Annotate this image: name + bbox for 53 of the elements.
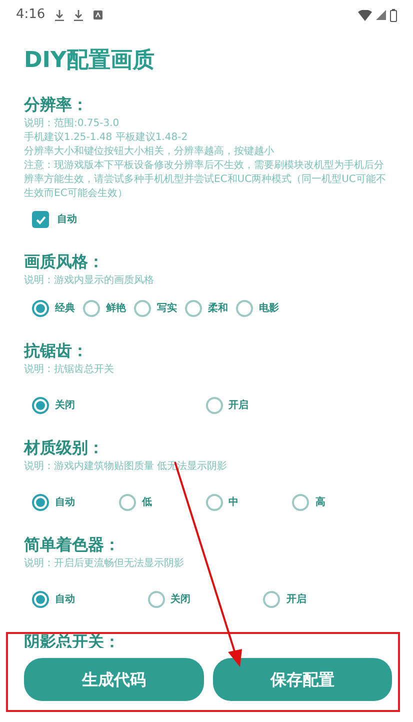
radio-button[interactable]: [185, 300, 202, 317]
radio-button[interactable]: [134, 300, 151, 317]
radio-button[interactable]: [32, 494, 49, 511]
radio-button[interactable]: [206, 494, 222, 511]
radio-label: 自动: [55, 496, 75, 510]
radio-button[interactable]: [263, 591, 280, 608]
radio-button[interactable]: [148, 591, 165, 608]
radio-label: 低: [142, 496, 152, 510]
section-title: 抗锯齿：: [24, 341, 89, 361]
section-description: 说明：游戏内显示的画质风格: [24, 274, 155, 288]
section-title: 材质级别：: [24, 438, 105, 458]
action-button[interactable]: 保存配置: [212, 658, 392, 701]
radio-label: 柔和: [208, 302, 228, 316]
section-title: 分辨率：: [24, 95, 89, 115]
checkbox[interactable]: [32, 211, 49, 228]
checkbox-label: 自动: [57, 212, 77, 227]
section-description: 手机建议1.25-1.48 平板建议1.48-2: [24, 131, 189, 145]
status-time: 4:16: [16, 6, 46, 24]
section-title: 简单着色器：: [24, 535, 121, 555]
radio-label: 电影: [259, 302, 279, 316]
checkmark-icon: [34, 214, 46, 226]
download-icon: [55, 10, 64, 20]
section-description: 说明：范围:0.75-3.0: [24, 117, 120, 131]
section-title: 画质风格：: [24, 252, 105, 272]
radio-label: 关闭: [55, 398, 75, 413]
radio-label: 鲜艳: [106, 302, 126, 316]
radio-button[interactable]: [32, 397, 49, 414]
radio-button[interactable]: [118, 494, 136, 511]
radio-label: 开启: [228, 398, 248, 413]
radio-button[interactable]: [236, 300, 253, 317]
battery-icon: [390, 8, 397, 22]
section-description: 注意：现游戏版本下平板设备修改分辨率后不生效，需要刷模块改机型为手机后分辨率方能生效，请尝试多种手机机型并尝试EC和UC两种模式（同一机型UC可能不生效而EC可能会生效）: [24, 159, 387, 201]
section-description: 分辨率大小和键位按钮大小相关，分辨率越高，按键越小: [24, 145, 275, 159]
wifi-icon: [358, 10, 372, 20]
radio-button[interactable]: [206, 397, 222, 414]
section-description: 说明：开启后更流畅但无法显示阴影: [24, 557, 185, 571]
radio-label: 中: [228, 496, 238, 510]
radio-label: 高: [315, 495, 326, 510]
download-icon: [74, 10, 84, 20]
radio-label: 关闭: [170, 592, 191, 607]
radio-button[interactable]: [32, 591, 49, 608]
radio-button[interactable]: [83, 300, 100, 317]
radio-label: 自动: [55, 592, 75, 607]
signal-icon: [376, 10, 386, 20]
action-button[interactable]: 生成代码: [24, 658, 204, 701]
radio-label: 经典: [55, 302, 75, 316]
radio-button[interactable]: [32, 300, 49, 317]
radio-label: 开启: [286, 592, 306, 607]
radio-label: 写实: [157, 301, 177, 316]
app-notification-icon: [93, 10, 104, 20]
radio-button[interactable]: [292, 494, 310, 511]
section-description: 说明：抗锯齿总开关: [24, 363, 115, 377]
page-title: DIY配置画质: [24, 47, 156, 75]
